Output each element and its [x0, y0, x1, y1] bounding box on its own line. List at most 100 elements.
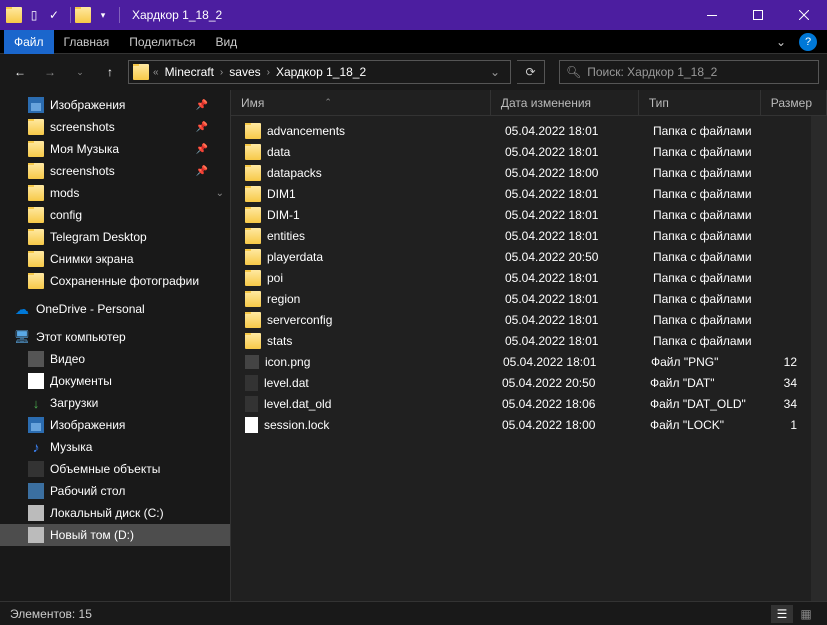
table-row[interactable]: region05.04.2022 18:01Папка с файлами	[231, 288, 811, 309]
sidebar-item-label: Документы	[50, 374, 112, 388]
file-name: playerdata	[267, 250, 505, 264]
minimize-button[interactable]	[689, 0, 735, 30]
separator	[70, 7, 71, 23]
sidebar-item[interactable]: Моя Музыка📌	[0, 138, 230, 160]
sidebar-item[interactable]: 🖥 Этот компьютер	[0, 326, 230, 348]
file-date: 05.04.2022 18:01	[505, 124, 653, 138]
status-item-count: 15	[79, 607, 92, 621]
sidebar-item[interactable]: Рабочий стол	[0, 480, 230, 502]
breadcrumb[interactable]: Хардкор 1_18_2	[274, 65, 368, 79]
chevron-right-icon: ›	[220, 67, 223, 78]
sidebar-item-label: Telegram Desktop	[50, 230, 147, 244]
refresh-button[interactable]: ⟳	[517, 60, 545, 84]
maximize-button[interactable]	[735, 0, 781, 30]
scrollbar[interactable]	[811, 116, 827, 601]
sidebar-item-label: screenshots	[50, 164, 115, 178]
table-row[interactable]: poi05.04.2022 18:01Папка с файлами	[231, 267, 811, 288]
table-row[interactable]: datapacks05.04.2022 18:00Папка с файлами	[231, 162, 811, 183]
breadcrumb[interactable]: saves	[227, 65, 262, 79]
column-date[interactable]: Дата изменения	[491, 90, 639, 115]
address-bar[interactable]: « Minecraft › saves › Хардкор 1_18_2 ⌄	[128, 60, 511, 84]
table-row[interactable]: DIM-105.04.2022 18:01Папка с файлами	[231, 204, 811, 225]
forward-button[interactable]: →	[38, 60, 62, 84]
column-size[interactable]: Размер	[761, 90, 827, 115]
file-type: Папка с файлами	[653, 124, 775, 138]
sidebar-item-label: OneDrive - Personal	[36, 302, 145, 316]
sidebar-item-label: Этот компьютер	[36, 330, 126, 344]
music-icon: ♪	[28, 439, 44, 455]
sidebar-item[interactable]: Объемные объекты	[0, 458, 230, 480]
tab-home[interactable]: Главная	[54, 30, 120, 54]
file-name: serverconfig	[267, 313, 505, 327]
sidebar-item[interactable]: Изображения	[0, 414, 230, 436]
file-list-body[interactable]: advancements05.04.2022 18:01Папка с файл…	[231, 116, 811, 601]
close-button[interactable]	[781, 0, 827, 30]
dat-icon	[245, 396, 258, 412]
sidebar-item[interactable]: Изображения📌	[0, 94, 230, 116]
folder-icon	[28, 229, 44, 245]
help-button[interactable]: ?	[799, 33, 817, 51]
breadcrumb[interactable]: Minecraft	[163, 65, 216, 79]
sidebar-item[interactable]: Telegram Desktop	[0, 226, 230, 248]
table-row[interactable]: serverconfig05.04.2022 18:01Папка с файл…	[231, 309, 811, 330]
file-date: 05.04.2022 18:00	[502, 418, 650, 432]
qat-dropdown-icon[interactable]: ▾	[95, 7, 111, 23]
table-row[interactable]: DIM105.04.2022 18:01Папка с файлами	[231, 183, 811, 204]
search-input[interactable]: ⁠🔍︎ Поиск: Хардкор 1_18_2	[559, 60, 819, 84]
table-row[interactable]: playerdata05.04.2022 20:50Папка с файлам…	[231, 246, 811, 267]
sidebar-item[interactable]: screenshots📌	[0, 116, 230, 138]
disk-icon	[28, 527, 44, 543]
file-date: 05.04.2022 18:01	[505, 187, 653, 201]
pin-icon: 📌	[196, 122, 208, 133]
file-size: 34	[772, 397, 811, 411]
sidebar-item[interactable]: Сохраненные фотографии	[0, 270, 230, 292]
column-name[interactable]: Имя ⌃	[231, 90, 491, 115]
sidebar[interactable]: Изображения📌screenshots📌Моя Музыка📌scree…	[0, 90, 231, 601]
sidebar-item[interactable]: ↓Загрузки	[0, 392, 230, 414]
pc-icon: 🖥	[14, 329, 30, 345]
folder-icon	[245, 249, 261, 265]
sidebar-item[interactable]: ♪Музыка	[0, 436, 230, 458]
sidebar-item[interactable]: Локальный диск (C:)	[0, 502, 230, 524]
qat-props-icon[interactable]: ▯	[26, 7, 42, 23]
tab-view[interactable]: Вид	[205, 30, 247, 54]
sidebar-item[interactable]: Видео	[0, 348, 230, 370]
table-row[interactable]: level.dat05.04.2022 20:50Файл "DAT"34	[231, 372, 811, 393]
view-details-button[interactable]: ☰	[771, 605, 793, 623]
table-row[interactable]: stats05.04.2022 18:01Папка с файлами	[231, 330, 811, 351]
qat-check-icon[interactable]: ✓	[46, 7, 62, 23]
file-date: 05.04.2022 18:01	[505, 145, 653, 159]
sidebar-item[interactable]: Снимки экрана	[0, 248, 230, 270]
folder-icon	[133, 64, 149, 80]
tab-share[interactable]: Поделиться	[119, 30, 205, 54]
table-row[interactable]: session.lock05.04.2022 18:00Файл "LOCK"1	[231, 414, 811, 435]
tab-file[interactable]: Файл	[4, 30, 54, 54]
chevron-down-icon[interactable]: ⌄	[216, 188, 224, 199]
up-button[interactable]: ↑	[98, 60, 122, 84]
table-row[interactable]: level.dat_old05.04.2022 18:06Файл "DAT_O…	[231, 393, 811, 414]
titlebar: ▯ ✓ ▾ Хардкор 1_18_2	[0, 0, 827, 30]
column-type[interactable]: Тип	[639, 90, 761, 115]
table-row[interactable]: icon.png05.04.2022 18:01Файл "PNG"12	[231, 351, 811, 372]
ribbon-expand-icon[interactable]: ⌄	[771, 35, 791, 49]
folder-icon	[245, 165, 261, 181]
video-icon	[28, 351, 44, 367]
table-row[interactable]: entities05.04.2022 18:01Папка с файлами	[231, 225, 811, 246]
address-dropdown-icon[interactable]: ⌄	[484, 65, 506, 79]
back-button[interactable]: ←	[8, 60, 32, 84]
sidebar-item[interactable]: mods⌄	[0, 182, 230, 204]
sidebar-item[interactable]: ☁OneDrive - Personal	[0, 298, 230, 320]
pics-icon	[28, 417, 44, 433]
table-row[interactable]: data05.04.2022 18:01Папка с файлами	[231, 141, 811, 162]
recent-dropdown[interactable]: ⌄	[68, 60, 92, 84]
sidebar-item[interactable]: screenshots📌	[0, 160, 230, 182]
folder-icon	[28, 207, 44, 223]
sidebar-item[interactable]: Новый том (D:)	[0, 524, 230, 546]
chevron-left-icon[interactable]: «	[153, 67, 159, 78]
table-row[interactable]: advancements05.04.2022 18:01Папка с файл…	[231, 120, 811, 141]
file-name: datapacks	[267, 166, 505, 180]
sidebar-item[interactable]: Документы	[0, 370, 230, 392]
sidebar-item[interactable]: config	[0, 204, 230, 226]
folder-icon	[6, 7, 22, 23]
view-icons-button[interactable]: ▦	[795, 605, 817, 623]
